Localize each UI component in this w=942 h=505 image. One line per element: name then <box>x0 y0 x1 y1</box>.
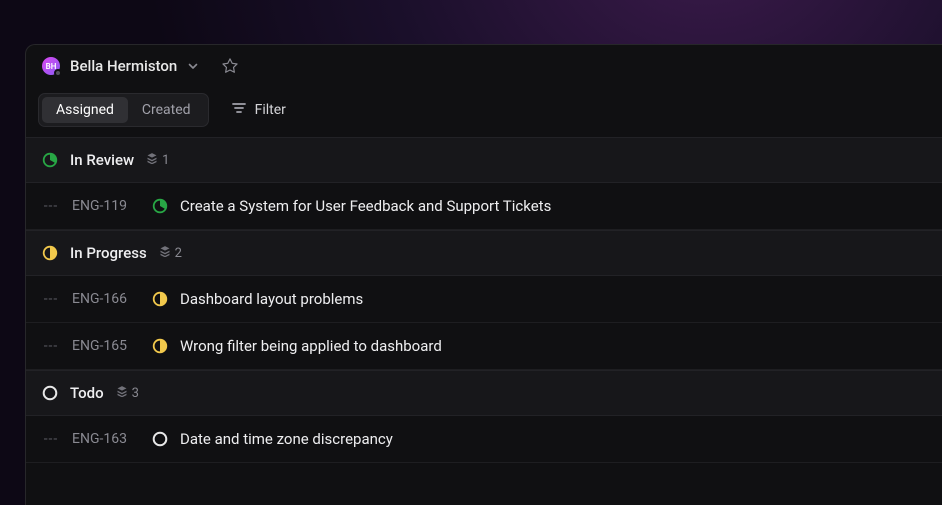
priority-icon[interactable]: --- <box>42 431 60 447</box>
status-icon-todo <box>42 385 58 401</box>
issue-id: ENG-165 <box>72 338 140 354</box>
issue-id: ENG-119 <box>72 198 140 214</box>
priority-icon[interactable]: --- <box>42 338 60 354</box>
issue-id: ENG-166 <box>72 291 140 307</box>
group-count: 2 <box>159 245 182 261</box>
issue-row[interactable]: --- ENG-165 Wrong filter being applied to … <box>26 323 942 370</box>
status-icon-in_progress[interactable] <box>152 291 168 307</box>
issue-row[interactable]: --- ENG-119 Create a System for User Feedb… <box>26 183 942 230</box>
group-header-todo[interactable]: Todo 3 <box>26 370 942 416</box>
group-title: In Review <box>70 151 134 169</box>
issue-title: Create a System for User Feedback and Su… <box>180 197 551 215</box>
issue-title: Wrong filter being applied to dashboard <box>180 337 442 355</box>
group-header-in_review[interactable]: In Review 1 <box>26 137 942 183</box>
panel-header: BH Bella Hermiston <box>26 45 942 87</box>
issue-title: Dashboard layout problems <box>180 290 363 308</box>
avatar[interactable]: BH <box>42 57 60 75</box>
status-icon-in_progress[interactable] <box>152 338 168 354</box>
group-header-in_progress[interactable]: In Progress 2 <box>26 230 942 276</box>
user-name[interactable]: Bella Hermiston <box>70 57 177 75</box>
issue-id: ENG-163 <box>72 431 140 447</box>
stack-icon <box>159 245 171 261</box>
status-icon-todo[interactable] <box>152 431 168 447</box>
group-title: In Progress <box>70 244 147 262</box>
tab-assigned[interactable]: Assigned <box>42 97 128 123</box>
group-count: 1 <box>146 152 169 168</box>
issues-panel: BH Bella Hermiston Assigned Created Filt… <box>25 44 942 505</box>
status-icon-in_review <box>42 152 58 168</box>
priority-icon[interactable]: --- <box>42 291 60 307</box>
issue-row[interactable]: --- ENG-163 Date and time zone discrepancy <box>26 416 942 463</box>
group-title: Todo <box>70 384 104 402</box>
stack-icon <box>146 152 158 168</box>
stack-icon <box>116 385 128 401</box>
group-count: 3 <box>116 385 139 401</box>
presence-indicator <box>54 69 62 77</box>
status-icon-in_review[interactable] <box>152 198 168 214</box>
issue-groups: In Review 1 --- ENG-119 Create a System for … <box>26 137 942 463</box>
toolbar: Assigned Created Filter <box>26 87 942 137</box>
tab-created[interactable]: Created <box>128 97 205 123</box>
star-icon[interactable] <box>221 57 239 75</box>
priority-icon[interactable]: --- <box>42 198 60 214</box>
filter-button[interactable]: Filter <box>223 96 294 124</box>
filter-icon <box>231 100 247 120</box>
status-icon-in_progress <box>42 245 58 261</box>
issue-row[interactable]: --- ENG-166 Dashboard layout problems <box>26 276 942 323</box>
issue-title: Date and time zone discrepancy <box>180 430 393 448</box>
view-segmented-control: Assigned Created <box>38 93 209 127</box>
filter-label: Filter <box>255 102 286 118</box>
chevron-down-icon[interactable] <box>187 60 199 72</box>
